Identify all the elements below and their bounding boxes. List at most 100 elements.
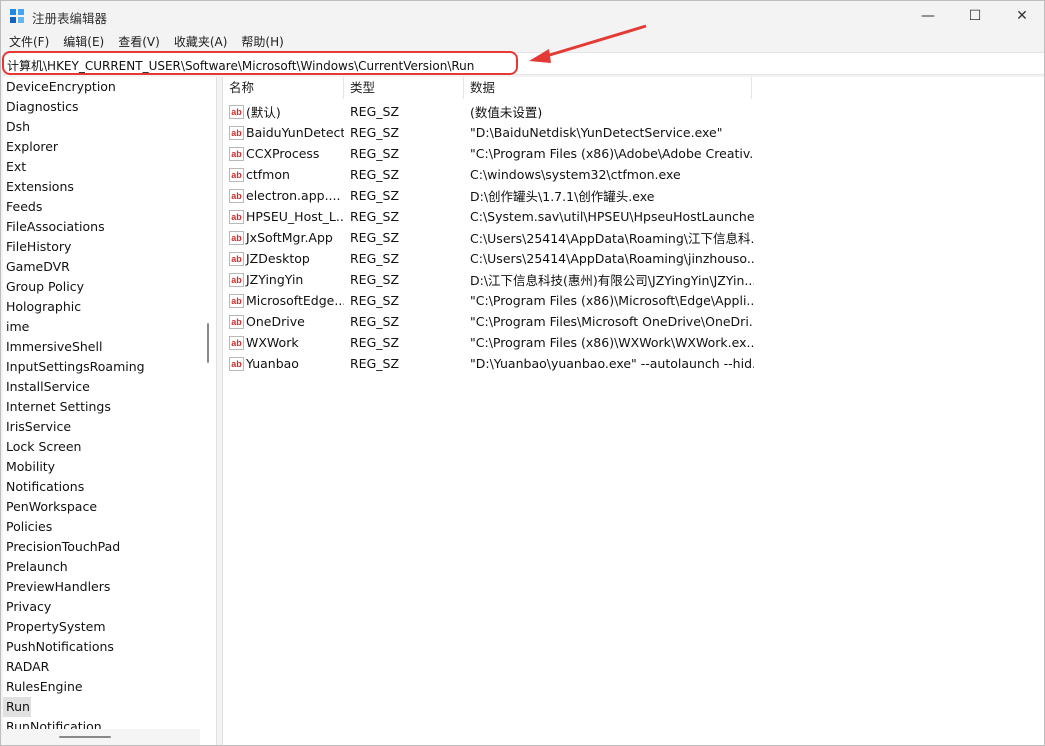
value-row[interactable]: ab WXWork REG_SZ "C:\Program Files (x86)\WX… — [223, 332, 1044, 353]
key-tree-pane: DeviceEncryption Diagnostics Dsh Explore… — [3, 77, 217, 745]
value-row[interactable]: ab JZDesktop REG_SZ C:\Users\25414\AppData\… — [223, 248, 1044, 269]
value-data: C:\Users\25414\AppData\Roaming\江下信息科... — [470, 231, 754, 246]
tree-item[interactable]: InstallService — [3, 377, 200, 397]
value-name-cell: ab OneDrive — [223, 314, 344, 329]
tree-item[interactable]: IrisService — [3, 417, 200, 437]
tree-item[interactable]: FileHistory — [3, 237, 200, 257]
tree-item[interactable]: ImmersiveShell — [3, 337, 200, 357]
tree-item[interactable]: PushNotifications — [3, 637, 200, 657]
tree-item[interactable]: RulesEngine — [3, 677, 200, 697]
string-value-icon: ab — [229, 293, 244, 308]
value-row[interactable]: ab electron.app.... REG_SZ D:\创作罐头\1.7.1\创作… — [223, 185, 1044, 206]
value-type: REG_SZ — [350, 125, 400, 140]
column-type-header[interactable]: 类型 — [344, 77, 464, 99]
tree-item[interactable]: Explorer — [3, 137, 200, 157]
value-row[interactable]: ab HPSEU_Host_L... REG_SZ C:\System.sav\uti… — [223, 206, 1044, 227]
value-name: BaiduYunDetect — [246, 125, 344, 140]
menu-favorites[interactable]: 收藏夹(A) — [174, 33, 228, 50]
value-name: JZDesktop — [246, 251, 310, 266]
value-row[interactable]: ab MicrosoftEdge... REG_SZ "C:\Program File… — [223, 290, 1044, 311]
tree-item[interactable]: Feeds — [3, 197, 200, 217]
value-name-cell: ab BaiduYunDetect — [223, 125, 344, 140]
value-name: WXWork — [246, 335, 299, 350]
menu-file[interactable]: 文件(F) — [9, 33, 49, 50]
value-name: OneDrive — [246, 314, 305, 329]
red-highlight-outline — [2, 51, 518, 75]
value-data: (数值未设置) — [470, 105, 543, 120]
value-type: REG_SZ — [350, 293, 400, 308]
tree-item[interactable]: InputSettingsRoaming — [3, 357, 200, 377]
key-tree: DeviceEncryption Diagnostics Dsh Explore… — [3, 77, 200, 737]
value-row[interactable]: ab ctfmon REG_SZ C:\windows\system32\ctfmon… — [223, 164, 1044, 185]
tree-scroll-thumb[interactable] — [207, 323, 209, 363]
tree-item[interactable]: Dsh — [3, 117, 200, 137]
tree-hscroll-thumb[interactable] — [59, 736, 111, 738]
registry-editor-icon — [10, 9, 24, 23]
value-name-cell: ab JxSoftMgr.App — [223, 230, 344, 245]
tree-item[interactable]: FileAssociations — [3, 217, 200, 237]
tree-vertical-scrollbar[interactable] — [202, 77, 216, 729]
value-name-cell: ab JZDesktop — [223, 251, 344, 266]
value-type: REG_SZ — [350, 167, 400, 182]
value-data: "C:\Program Files (x86)\Microsoft\Edge\A… — [470, 293, 754, 308]
value-name: JxSoftMgr.App — [246, 230, 333, 245]
tree-item[interactable]: Privacy — [3, 597, 200, 617]
tree-item[interactable]: GameDVR — [3, 257, 200, 277]
tree-item[interactable]: Extensions — [3, 177, 200, 197]
value-row[interactable]: ab OneDrive REG_SZ "C:\Program Files\Micros… — [223, 311, 1044, 332]
column-data-header[interactable]: 数据 — [464, 77, 752, 99]
close-button[interactable]: ✕ — [999, 1, 1045, 31]
tree-item[interactable]: Prelaunch — [3, 557, 200, 577]
value-data: "C:\Program Files (x86)\WXWork\WXWork.ex… — [470, 335, 754, 350]
tree-horizontal-scrollbar[interactable] — [3, 729, 200, 745]
tree-item[interactable]: Mobility — [3, 457, 200, 477]
tree-item[interactable]: PropertySystem — [3, 617, 200, 637]
value-type: REG_SZ — [350, 146, 400, 161]
tree-item[interactable]: PreviewHandlers — [3, 577, 200, 597]
value-name-cell: ab ctfmon — [223, 167, 344, 182]
tree-item[interactable]: Holographic — [3, 297, 200, 317]
string-value-icon: ab — [229, 167, 244, 182]
tree-item[interactable]: Ext — [3, 157, 200, 177]
string-value-icon: ab — [229, 125, 244, 140]
value-type: REG_SZ — [350, 188, 400, 203]
tree-item[interactable]: Internet Settings — [3, 397, 200, 417]
value-row[interactable]: ab JxSoftMgr.App REG_SZ C:\Users\25414\AppD… — [223, 227, 1044, 248]
minimize-button[interactable]: — — [905, 1, 951, 31]
column-name-header[interactable]: 名称 — [223, 77, 344, 99]
value-name: Yuanbao — [246, 356, 299, 371]
tree-item[interactable]: PrecisionTouchPad — [3, 537, 200, 557]
menu-edit[interactable]: 编辑(E) — [63, 33, 104, 50]
value-data: C:\windows\system32\ctfmon.exe — [470, 167, 681, 182]
tree-item[interactable]: DeviceEncryption — [3, 77, 200, 97]
value-row[interactable]: ab CCXProcess REG_SZ "C:\Program Files (x86… — [223, 143, 1044, 164]
tree-item[interactable]: Policies — [3, 517, 200, 537]
tree-item-selected[interactable]: Run — [3, 697, 31, 717]
string-value-icon: ab — [229, 104, 244, 119]
value-name: MicrosoftEdge... — [246, 293, 344, 308]
tree-item[interactable]: RADAR — [3, 657, 200, 677]
value-name-cell: ab HPSEU_Host_L... — [223, 209, 344, 224]
string-value-icon: ab — [229, 209, 244, 224]
value-name: HPSEU_Host_L... — [246, 209, 344, 224]
value-row[interactable]: ab JZYingYin REG_SZ D:\江下信息科技(惠州)有限公司\JZYin… — [223, 269, 1044, 290]
value-name-cell: ab MicrosoftEdge... — [223, 293, 344, 308]
value-row[interactable]: ab (默认) REG_SZ (数值未设置) — [223, 101, 1044, 122]
tree-item[interactable]: Notifications — [3, 477, 200, 497]
value-row[interactable]: ab BaiduYunDetect REG_SZ "D:\BaiduNetdisk\Y… — [223, 122, 1044, 143]
tree-item[interactable]: Diagnostics — [3, 97, 200, 117]
string-value-icon: ab — [229, 230, 244, 245]
menu-view[interactable]: 查看(V) — [118, 33, 160, 50]
string-value-icon: ab — [229, 272, 244, 287]
menu-help[interactable]: 帮助(H) — [241, 33, 283, 50]
value-type: REG_SZ — [350, 230, 400, 245]
tree-item[interactable]: Group Policy — [3, 277, 200, 297]
value-row[interactable]: ab Yuanbao REG_SZ "D:\Yuanbao\yuanbao.exe" … — [223, 353, 1044, 374]
window-title: 注册表编辑器 — [32, 11, 108, 26]
tree-item[interactable]: Lock Screen — [3, 437, 200, 457]
maximize-button[interactable]: ☐ — [952, 1, 998, 31]
tree-item[interactable]: ime — [3, 317, 200, 337]
regedit-window: 注册表编辑器 — ☐ ✕ 文件(F) 编辑(E) 查看(V) 收藏夹(A) 帮助… — [0, 0, 1045, 746]
tree-item[interactable]: PenWorkspace — [3, 497, 200, 517]
value-data: C:\System.sav\util\HPSEU\HpseuHostLaunch… — [470, 209, 754, 224]
